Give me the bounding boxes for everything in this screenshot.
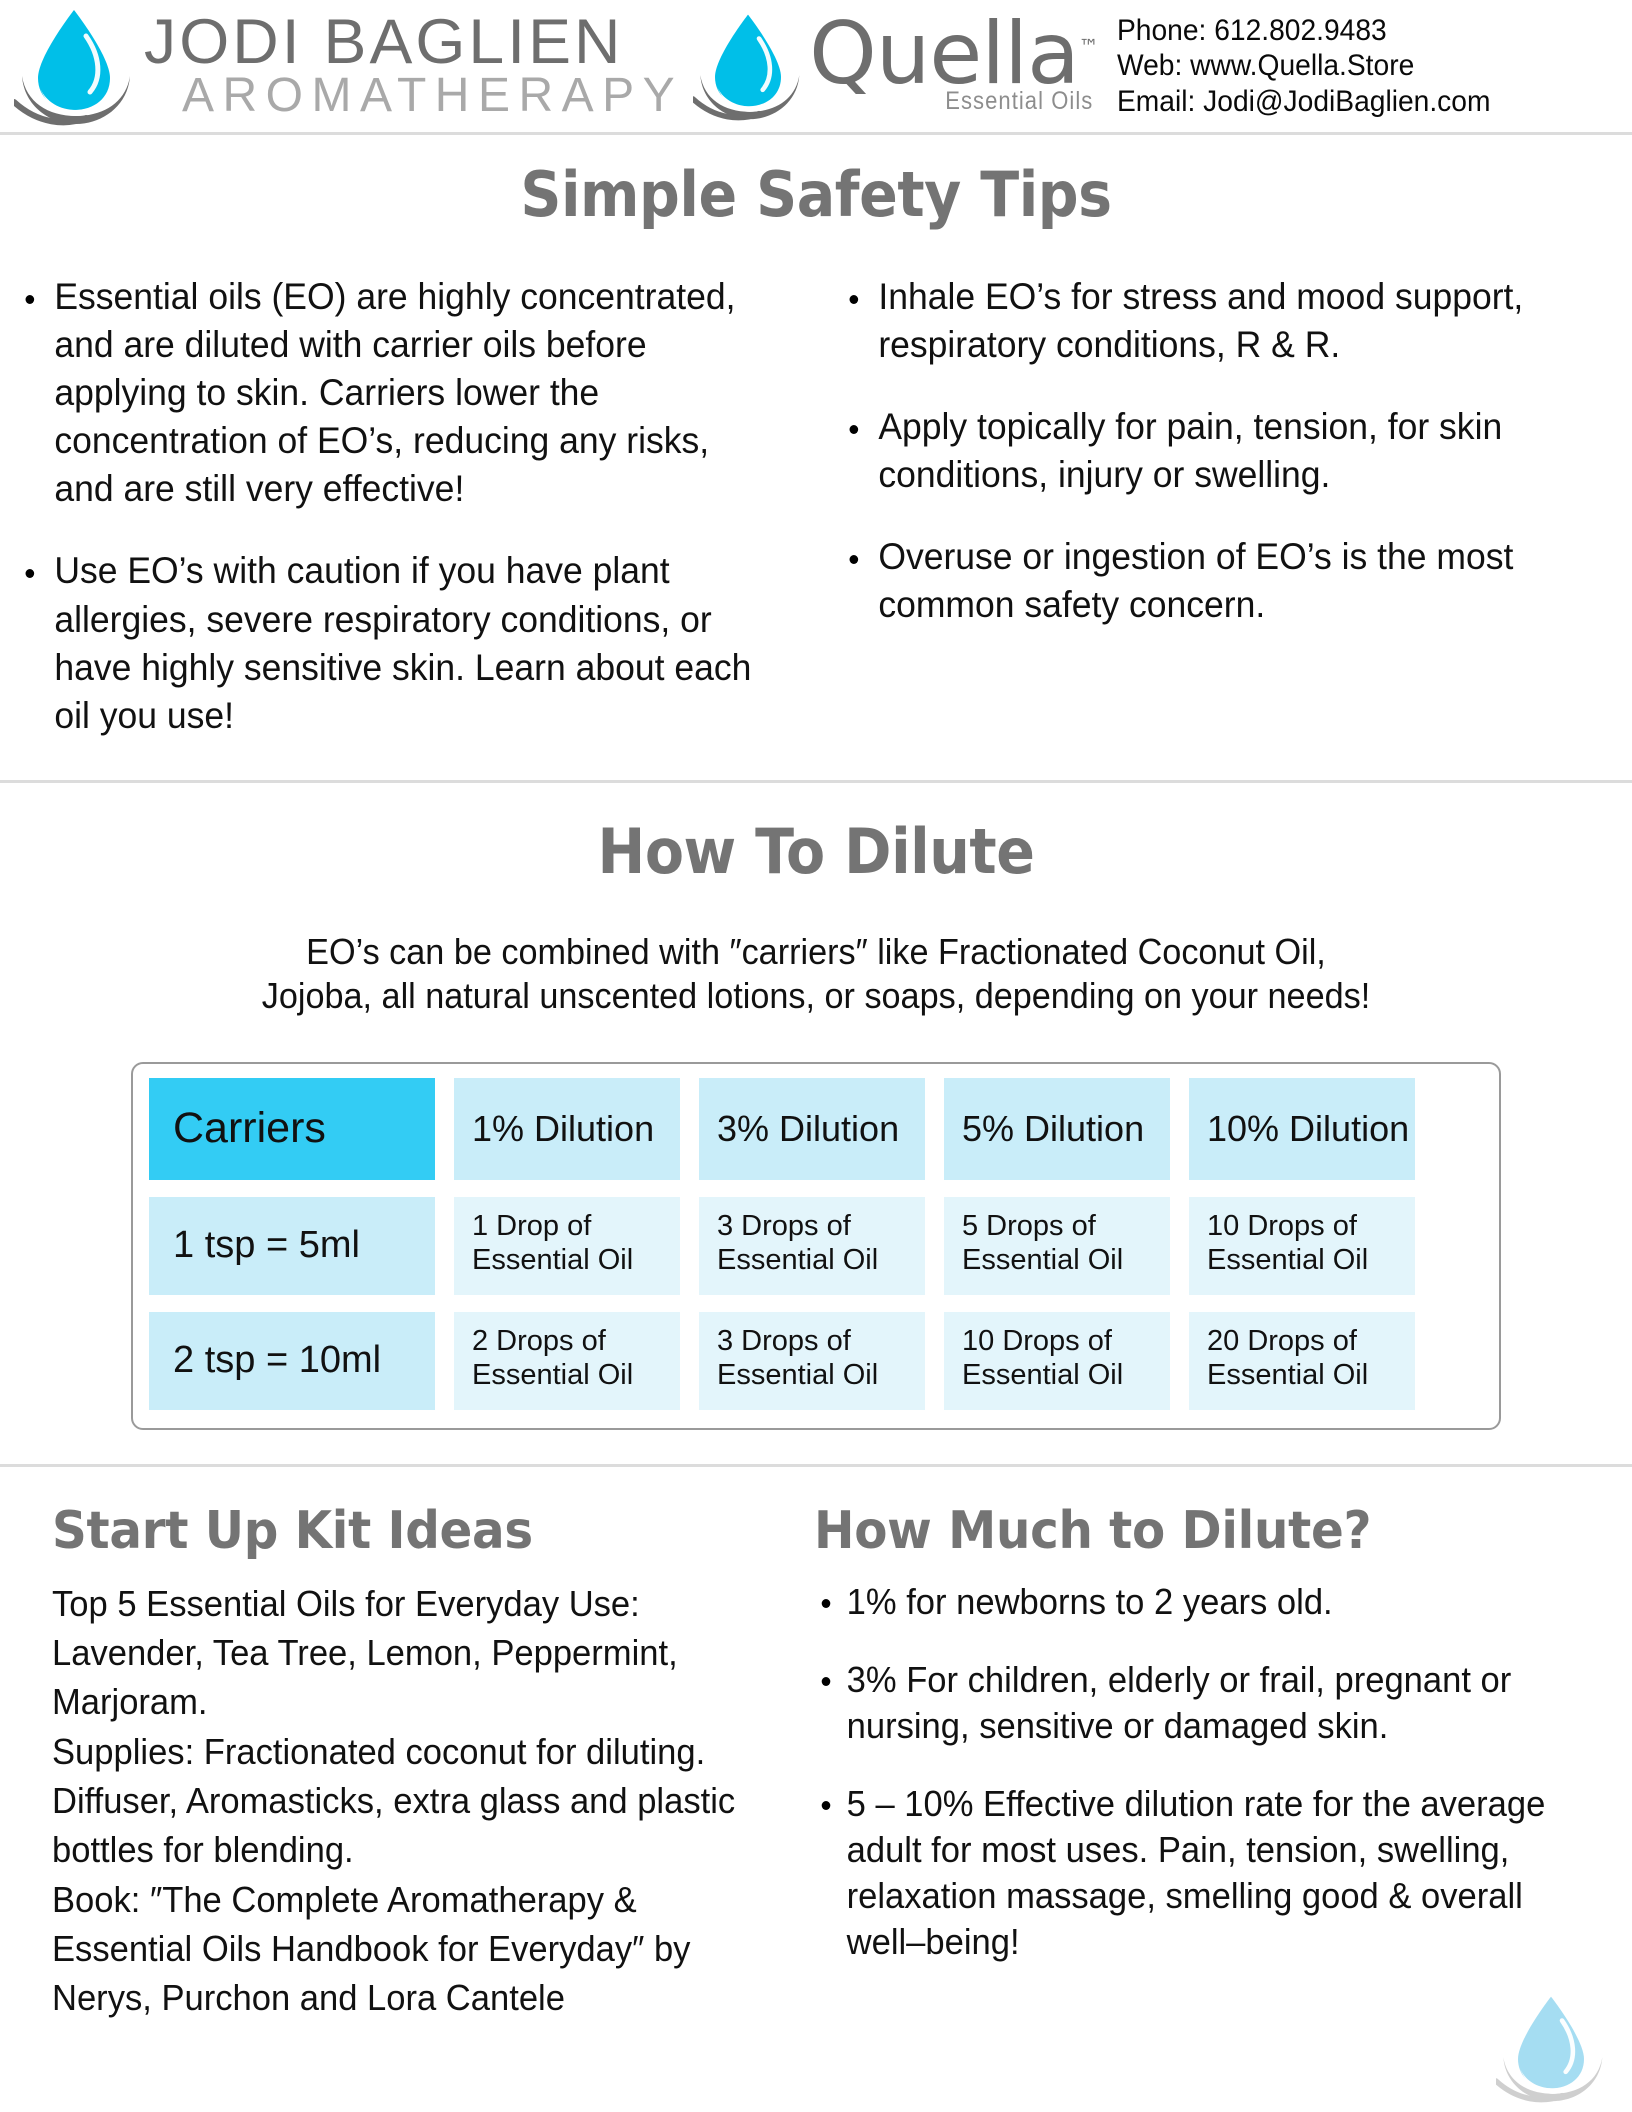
safety-tips-title: Simple Safety Tips	[520, 158, 1112, 231]
cell-1tsp-5pct: 5 Drops of Essential Oil	[944, 1196, 1170, 1295]
dilute-intro: EO’s can be combined with ″carriers″ lik…	[41, 930, 1591, 1018]
cell-1tsp-3pct: 3 Drops of Essential Oil	[699, 1196, 925, 1295]
jodi-baglien-droplet-logo-icon	[11, 6, 134, 126]
safety-tips-columns: Essential oils (EO) are highly concentra…	[0, 273, 1632, 774]
brand-wordmark: JODI BAGLIEN AROMATHERAPY	[144, 10, 684, 122]
how-much-list: 1% for newborns to 2 years old. 3% For c…	[814, 1579, 1618, 1966]
startup-kit-title: Start Up Kit Ideas	[52, 1500, 533, 1561]
list-item: Overuse or ingestion of EO’s is the most…	[838, 533, 1587, 629]
table-row: 2 tsp = 10ml 2 Drops of Essential Oil 3 …	[149, 1311, 1483, 1410]
list-item: 3% For children, elderly or frail, pregn…	[814, 1657, 1586, 1749]
column-header-10-percent: 10% Dilution	[1189, 1077, 1415, 1180]
cell-2tsp-5pct: 10 Drops of Essential Oil	[944, 1311, 1170, 1410]
startup-kit-body: Top 5 Essential Oils for Everyday Use: L…	[52, 1582, 736, 2019]
how-much-to-dilute-title: How Much to Dilute?	[813, 1500, 1372, 1561]
quella-name: Quella™	[809, 11, 1099, 97]
how-much-to-dilute-section: How Much to Dilute? 1% for newborns to 2…	[800, 1501, 1618, 2023]
row-label-1tsp: 1 tsp = 5ml	[149, 1196, 435, 1295]
page-header: JODI BAGLIEN AROMATHERAPY Quella™ Essent…	[0, 0, 1632, 138]
corner-droplet-icon	[1493, 1992, 1606, 2104]
cell-2tsp-1pct: 2 Drops of Essential Oil	[454, 1311, 680, 1410]
how-to-dilute-section: How To Dilute EO’s can be combined with …	[0, 783, 1632, 1430]
list-item: Essential oils (EO) are highly concentra…	[14, 273, 763, 513]
brand-tagline-line: AROMATHERAPY	[182, 68, 684, 122]
safety-tips-left-list: Essential oils (EO) are highly concentra…	[14, 273, 794, 740]
brand-name-line: JODI BAGLIEN	[144, 6, 624, 77]
contact-phone: Phone: 612.802.9483	[1116, 13, 1387, 47]
list-item: Use EO’s with caution if you have plant …	[14, 547, 763, 739]
cell-2tsp-3pct: 3 Drops of Essential Oil	[699, 1311, 925, 1410]
cell-2tsp-10pct: 20 Drops of Essential Oil	[1189, 1311, 1415, 1410]
safety-tips-section: Simple Safety Tips Essential oils (EO) a…	[0, 138, 1632, 774]
safety-tips-right-list: Inhale EO’s for stress and mood support,…	[838, 273, 1618, 630]
list-item: 5 – 10% Effective dilution rate for the …	[814, 1781, 1586, 1965]
column-header-1-percent: 1% Dilution	[454, 1077, 680, 1180]
safety-tips-left-column: Essential oils (EO) are highly concentra…	[14, 273, 816, 774]
contact-info: Phone: 612.802.9483 Web: www.Quella.Stor…	[1117, 13, 1490, 119]
how-to-dilute-title: How To Dilute	[597, 814, 1035, 888]
contact-web: Web: www.Quella.Store	[1116, 49, 1415, 83]
column-header-3-percent: 3% Dilution	[699, 1077, 925, 1180]
dilute-intro-line-2: Jojoba, all natural unscented lotions, o…	[261, 974, 1371, 1016]
header-divider	[0, 132, 1632, 135]
contact-email: Email: Jodi@JodiBaglien.com	[1116, 84, 1491, 118]
dilution-table: Carriers 1% Dilution 3% Dilution 5% Dilu…	[131, 1061, 1501, 1430]
bottom-section: Start Up Kit Ideas Top 5 Essential Oils …	[0, 1467, 1632, 2023]
quella-subtitle: Essential Oils	[945, 87, 1094, 116]
cell-1tsp-1pct: 1 Drop of Essential Oil	[454, 1196, 680, 1295]
dilute-intro-line-1: EO’s can be combined with ″carriers″ lik…	[306, 930, 1326, 972]
row-label-2tsp: 2 tsp = 10ml	[149, 1311, 435, 1410]
quella-wordmark: Quella™ Essential Oils	[809, 11, 1099, 116]
table-header-row: Carriers 1% Dilution 3% Dilution 5% Dilu…	[149, 1077, 1483, 1180]
quella-droplet-logo-icon	[690, 7, 803, 125]
startup-kit-section: Start Up Kit Ideas Top 5 Essential Oils …	[14, 1501, 800, 2023]
safety-tips-right-column: Inhale EO’s for stress and mood support,…	[816, 273, 1618, 774]
column-header-5-percent: 5% Dilution	[944, 1077, 1170, 1180]
list-item: 1% for newborns to 2 years old.	[814, 1579, 1586, 1625]
column-header-carriers: Carriers	[149, 1077, 435, 1180]
list-item: Inhale EO’s for stress and mood support,…	[838, 273, 1587, 369]
trademark-symbol: ™	[1078, 34, 1099, 59]
cell-1tsp-10pct: 10 Drops of Essential Oil	[1189, 1196, 1415, 1295]
list-item: Apply topically for pain, tension, for s…	[838, 403, 1587, 499]
table-row: 1 tsp = 5ml 1 Drop of Essential Oil 3 Dr…	[149, 1196, 1483, 1295]
